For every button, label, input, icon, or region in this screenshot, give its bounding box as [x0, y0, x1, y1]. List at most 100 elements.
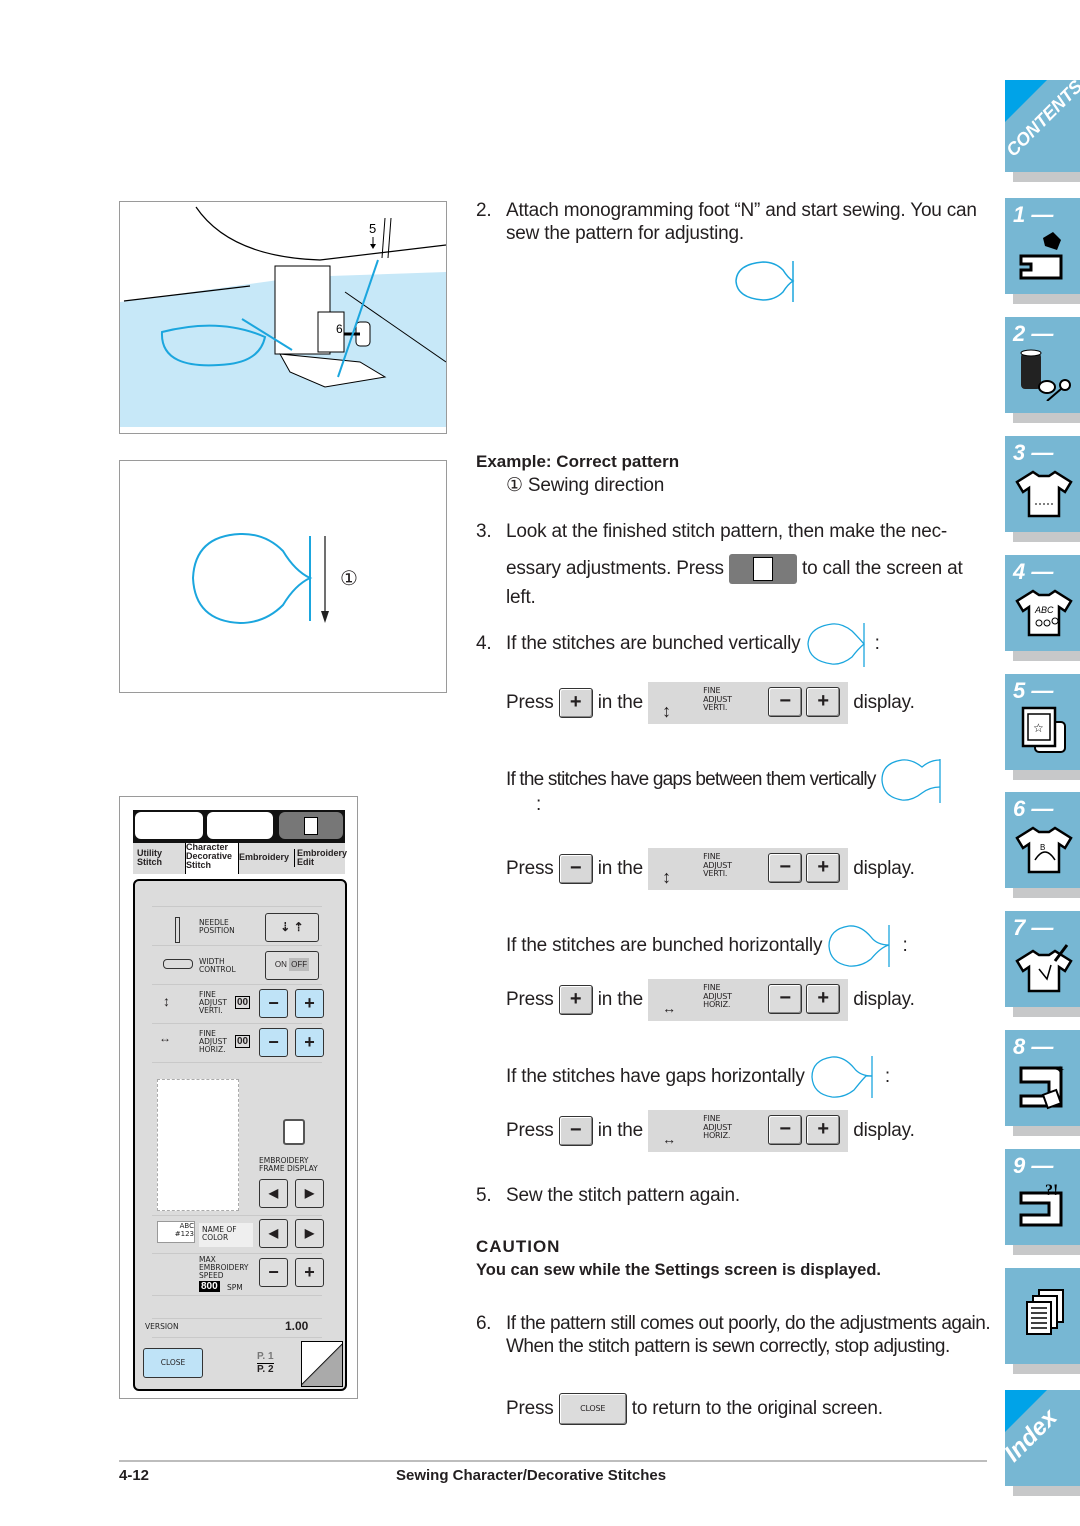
horizontal-arrows-icon: ↔: [159, 1031, 171, 1045]
settings-screen-image: Utility Stitch Character Decorative Stitch …: [119, 796, 358, 1399]
shirt-edit-icon: [1015, 944, 1073, 993]
instruction-press-minus-horiz: Press − in the ↔ FINE ADJUST HORIZ. − + di…: [506, 1110, 915, 1152]
colon: :: [902, 935, 908, 956]
embroidery-frame-star-icon: ☆: [1021, 706, 1066, 753]
panel-plus-button[interactable]: +: [806, 687, 841, 717]
gaps-horizontal-pattern: [811, 1055, 873, 1098]
divider: [152, 1062, 322, 1063]
step-number: 6.: [476, 1313, 491, 1334]
divider: [152, 945, 322, 946]
width-control-toggle[interactable]: ON OFF: [265, 951, 319, 980]
divider: [152, 906, 322, 907]
plus-key[interactable]: +: [558, 985, 593, 1015]
fine-vert-minus-button[interactable]: −: [259, 989, 288, 1018]
side-tab-chapter-7[interactable]: 7 —: [1005, 911, 1080, 1017]
fine-adjust-vert-value: 00: [235, 996, 251, 1009]
tab-embroidery[interactable]: Embroidery: [239, 853, 293, 862]
sewing-direction-marker: ①: [340, 568, 358, 590]
tab-shadow: [1013, 532, 1080, 542]
tab-shadow: [1013, 1126, 1080, 1136]
side-tab-index[interactable]: Index: [999, 1390, 1080, 1496]
in-the-text: in the: [597, 858, 644, 880]
condition-text: If the stitches have gaps between them v…: [506, 769, 876, 790]
close-key[interactable]: CLOSE: [558, 1392, 627, 1425]
panel-plus-button[interactable]: +: [806, 853, 841, 883]
color-prev-button[interactable]: ◀: [259, 1219, 288, 1248]
chapter-5-label: 5 —: [1013, 678, 1054, 703]
color-next-button[interactable]: ▶: [295, 1219, 324, 1248]
shirt-stitch-icon: [1015, 470, 1073, 518]
side-tab-chapter-4[interactable]: 4 — ABC: [1005, 555, 1080, 661]
fine-vert-plus-button[interactable]: +: [295, 989, 324, 1018]
panel-plus-button[interactable]: +: [806, 984, 841, 1014]
marker-number-5: 5: [369, 221, 376, 236]
divider: [152, 1253, 322, 1254]
mode-tabs: Utility Stitch Character Decorative Stitch …: [133, 843, 347, 874]
needle-position-toggle[interactable]: ⇣ ⇡: [265, 913, 319, 942]
caution-title: CAUTION: [476, 1237, 561, 1256]
in-the-text: in the: [597, 989, 644, 1011]
width-control-icon: [163, 959, 193, 969]
machine-maintenance-icon: ✦: [1019, 1063, 1065, 1110]
divider: [152, 984, 322, 985]
step-text: Sew the stitch pattern again.: [506, 1185, 740, 1206]
svg-text:B: B: [1040, 843, 1045, 852]
speed-minus-button[interactable]: −: [259, 1258, 288, 1287]
tab-embroidery-edit[interactable]: Embroidery Edit: [294, 849, 347, 867]
panel-minus-button[interactable]: −: [768, 984, 803, 1014]
display-text: display.: [853, 692, 915, 714]
divider: [152, 1337, 322, 1338]
tab-shadow: [1013, 413, 1080, 423]
gaps-vertical-pattern: [881, 758, 941, 803]
mode-icon-bar: [133, 810, 345, 843]
settings-key-button[interactable]: [728, 553, 797, 584]
side-tab-chapter-6[interactable]: 6 — B: [1005, 792, 1080, 898]
settings-document-icon: [752, 556, 773, 581]
panel-label: FINE ADJUST VERTI.: [703, 852, 732, 878]
press-text: Press: [506, 858, 554, 880]
tab-utility-stitch[interactable]: Utility Stitch: [137, 849, 183, 867]
fine-horiz-minus-button[interactable]: −: [259, 1028, 288, 1057]
in-the-text: in the: [597, 692, 644, 714]
side-tab-chapter-9[interactable]: 9 — ?!: [1005, 1149, 1080, 1255]
fine-adjust-horiz-panel: ↔ FINE ADJUST HORIZ. − +: [648, 979, 849, 1021]
horizontal-arrows-icon: ↔: [662, 1000, 676, 1016]
frame-next-button[interactable]: ▶: [295, 1179, 324, 1208]
step-2: 2. Attach monogramming foot “N” and star…: [476, 199, 991, 245]
frame-prev-button[interactable]: ◀: [259, 1179, 288, 1208]
side-tab-chapter-8[interactable]: 8 — ✦: [1005, 1030, 1080, 1136]
utility-stitch-mode-icon[interactable]: [135, 812, 203, 839]
tab-character-decorative-stitch[interactable]: Character Decorative Stitch: [185, 843, 239, 874]
speed-plus-button[interactable]: +: [295, 1258, 324, 1287]
step-text: essary adjustments. Press: [506, 558, 724, 579]
fine-adjust-horiz-panel: ↔ FINE ADJUST HORIZ. − +: [648, 1110, 849, 1152]
close-button[interactable]: CLOSE: [143, 1348, 203, 1378]
fine-horiz-plus-button[interactable]: +: [295, 1028, 324, 1057]
panel-minus-button[interactable]: −: [768, 687, 803, 717]
display-text: display.: [853, 858, 915, 880]
tab-shadow: [1013, 1007, 1080, 1017]
side-tab-chapter-5[interactable]: 5 — ☆: [1005, 674, 1080, 780]
in-the-text: in the: [597, 1120, 644, 1142]
help-mode-icon[interactable]: [207, 812, 273, 839]
side-tab-chapter-2[interactable]: 2 —: [1005, 317, 1080, 423]
step-number: 2.: [476, 200, 492, 221]
fine-adjust-horiz-label: FINE ADJUST HORIZ.: [199, 1029, 227, 1054]
panel-plus-button[interactable]: +: [806, 1115, 841, 1145]
plus-key[interactable]: +: [558, 688, 593, 718]
correct-pattern-mini: [735, 261, 795, 302]
vertical-arrows-icon: ↕: [662, 701, 671, 721]
fine-adjust-vert-label: FINE ADJUST VERTI.: [199, 990, 227, 1015]
footer-rule: [119, 1460, 987, 1462]
settings-mode-icon[interactable]: [279, 812, 343, 839]
minus-key[interactable]: −: [558, 1116, 593, 1146]
minus-key[interactable]: −: [558, 854, 593, 884]
side-tab-documents[interactable]: [1005, 1268, 1080, 1374]
page-turn-button[interactable]: [301, 1341, 343, 1387]
panel-minus-button[interactable]: −: [768, 1115, 803, 1145]
vertical-arrows-icon: ↕: [163, 993, 170, 1009]
side-tab-chapter-3[interactable]: 3 —: [1005, 436, 1080, 542]
panel-minus-button[interactable]: −: [768, 853, 803, 883]
side-tab-contents[interactable]: CONTENTS: [1002, 76, 1080, 182]
side-tab-chapter-1[interactable]: 1 —: [1005, 198, 1080, 304]
